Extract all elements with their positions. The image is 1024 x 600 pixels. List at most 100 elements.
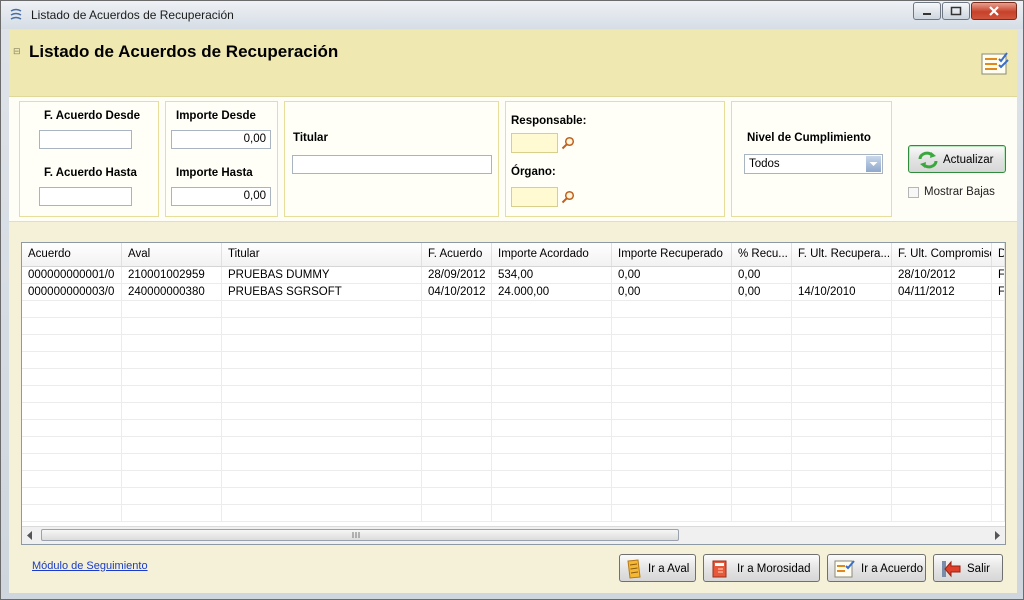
empty-row: [22, 420, 1005, 437]
empty-row: [22, 318, 1005, 335]
checklist-icon[interactable]: [981, 50, 1011, 76]
grid-cell: [222, 505, 422, 522]
grid-cell: [892, 386, 992, 403]
organo-input[interactable]: [511, 187, 558, 207]
dropdown-button[interactable]: [866, 156, 881, 172]
importe-hasta-input[interactable]: 0,00: [171, 187, 271, 206]
minimize-icon: [923, 13, 931, 15]
ir-a-acuerdo-button[interactable]: Ir a Acuerdo: [827, 554, 926, 582]
column-header[interactable]: F. Ult. Recupera...: [792, 243, 892, 266]
grid-cell: [792, 352, 892, 369]
grid-cell: [792, 454, 892, 471]
table-row[interactable]: 000000000003/0 240000000380 PRUEBAS SGRSOF…: [22, 284, 1005, 301]
empty-row: [22, 403, 1005, 420]
modulo-seguimiento-link[interactable]: Módulo de Seguimiento: [32, 560, 148, 572]
column-header[interactable]: Acuerdo: [22, 243, 122, 266]
nivel-cumplimiento-select[interactable]: Todos: [744, 154, 883, 174]
grid-header: Acuerdo Aval Titular F. Acuerdo Importe Acor…: [22, 243, 1005, 267]
search-icon[interactable]: [561, 136, 575, 150]
grid-cell: [422, 318, 492, 335]
grid-cell: [792, 471, 892, 488]
grid-cell: [222, 318, 422, 335]
grid-cell: [492, 454, 612, 471]
grid-cell: [492, 335, 612, 352]
grid-cell: [122, 403, 222, 420]
title-bar[interactable]: Listado de Acuerdos de Recuperación: [1, 1, 1023, 29]
grid-cell: [992, 403, 1005, 420]
column-header[interactable]: D: [992, 243, 1005, 266]
mostrar-bajas-checkbox[interactable]: [908, 187, 919, 198]
window-title: Listado de Acuerdos de Recuperación: [31, 8, 234, 22]
grid-cell: [612, 369, 732, 386]
grid-cell: F: [992, 284, 1005, 301]
grid-cell: [612, 403, 732, 420]
grid-cell: [732, 386, 792, 403]
collapse-icon[interactable]: ⊟: [13, 46, 21, 57]
close-button[interactable]: [971, 2, 1017, 20]
scroll-left-icon[interactable]: [26, 531, 34, 540]
actualizar-button[interactable]: Actualizar: [908, 145, 1006, 173]
titular-input[interactable]: [292, 155, 492, 174]
grid-cell: [992, 488, 1005, 505]
grid-cell: [222, 369, 422, 386]
grid-cell: [792, 301, 892, 318]
column-header[interactable]: F. Acuerdo: [422, 243, 492, 266]
grid-cell: [732, 505, 792, 522]
grid-cell: [992, 454, 1005, 471]
grid-cell: 000000000001/0: [22, 267, 122, 284]
grid-cell: [612, 301, 732, 318]
minimize-button[interactable]: [913, 2, 941, 20]
grid-cell: [612, 386, 732, 403]
grid-cell: 0,00: [732, 267, 792, 284]
grid-cell: [992, 505, 1005, 522]
refresh-icon: [918, 151, 938, 169]
grid-cell: [22, 403, 122, 420]
grid-cell: [612, 488, 732, 505]
grid-cell: [122, 420, 222, 437]
close-icon: [989, 6, 999, 16]
grid-cell: [612, 437, 732, 454]
grid-cell: [892, 488, 992, 505]
grid-cell: [612, 352, 732, 369]
column-header[interactable]: Importe Acordado: [492, 243, 612, 266]
importe-desde-input[interactable]: 0,00: [171, 130, 271, 149]
ir-a-morosidad-button[interactable]: Ir a Morosidad: [703, 554, 820, 582]
salir-button[interactable]: Salir: [933, 554, 1003, 582]
grid-cell: [992, 301, 1005, 318]
column-header[interactable]: Aval: [122, 243, 222, 266]
grid-cell: 0,00: [732, 284, 792, 301]
grid-cell: [892, 318, 992, 335]
search-icon[interactable]: [561, 190, 575, 204]
grip-icon: [352, 532, 360, 538]
maximize-button[interactable]: [942, 2, 970, 20]
grid-cell: [492, 369, 612, 386]
column-header[interactable]: Titular: [222, 243, 422, 266]
grid-cell: [892, 471, 992, 488]
column-header[interactable]: F. Ult. Compromiso: [892, 243, 992, 266]
grid-cell: [22, 352, 122, 369]
grid-cell: [612, 420, 732, 437]
responsable-input[interactable]: [511, 133, 558, 153]
ir-a-acuerdo-label: Ir a Acuerdo: [861, 563, 924, 575]
column-header[interactable]: % Recu...: [732, 243, 792, 266]
horizontal-scrollbar[interactable]: [22, 526, 1005, 544]
salir-label: Salir: [967, 563, 991, 575]
f-acuerdo-desde-input[interactable]: [39, 130, 132, 149]
grid-cell: [732, 318, 792, 335]
grid-cell: [492, 403, 612, 420]
responsable-organo-group: Responsable: Órgano:: [505, 101, 725, 217]
ir-a-aval-button[interactable]: Ir a Aval: [619, 554, 696, 582]
scroll-right-icon[interactable]: [993, 531, 1001, 540]
grid-cell: 14/10/2010: [792, 284, 892, 301]
grid-cell: [422, 403, 492, 420]
table-row[interactable]: 000000000001/0 210001002959 PRUEBAS DUMMY 2…: [22, 267, 1005, 284]
acuerdos-grid[interactable]: Acuerdo Aval Titular F. Acuerdo Importe Acor…: [21, 242, 1006, 545]
column-header[interactable]: Importe Recuperado: [612, 243, 732, 266]
f-acuerdo-hasta-input[interactable]: [39, 187, 132, 206]
grid-cell: [222, 352, 422, 369]
grid-cell: [422, 352, 492, 369]
scrollbar-thumb[interactable]: [41, 529, 679, 541]
grid-cell: [732, 437, 792, 454]
ir-a-aval-label: Ir a Aval: [648, 563, 690, 575]
grid-cell: [22, 420, 122, 437]
